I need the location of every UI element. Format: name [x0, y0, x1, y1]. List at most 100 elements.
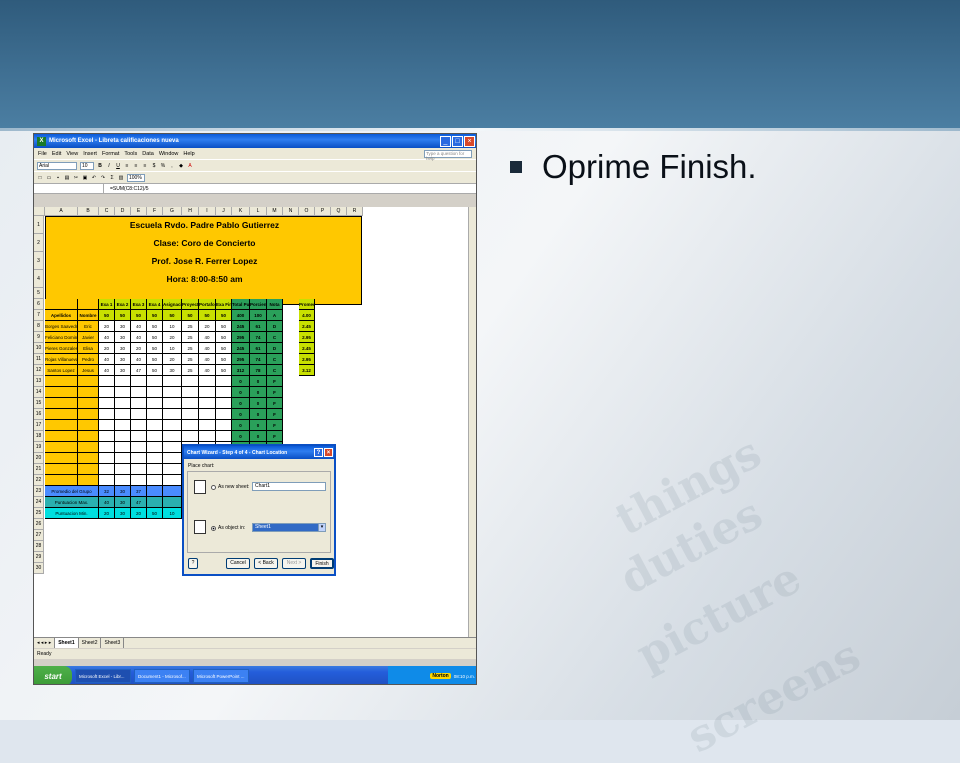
- table-cell[interactable]: Apellidos: [45, 310, 78, 321]
- as-object-in-radio[interactable]: [211, 525, 216, 531]
- table-cell[interactable]: [45, 431, 78, 442]
- chart-wizard-icon[interactable]: ▥: [118, 174, 124, 181]
- as-new-sheet-option[interactable]: As new sheet:: [211, 484, 249, 490]
- tab-nav-arrows[interactable]: ◂ ◂ ▸ ▸: [34, 638, 56, 648]
- row-header[interactable]: 17: [34, 420, 44, 431]
- table-cell[interactable]: [131, 398, 147, 409]
- table-cell[interactable]: 0: [250, 376, 267, 387]
- menu-help[interactable]: Help: [183, 151, 194, 157]
- table-cell[interactable]: [99, 387, 115, 398]
- table-cell[interactable]: 50: [115, 310, 131, 321]
- row-header[interactable]: 7: [34, 310, 44, 321]
- row-header[interactable]: 16: [34, 409, 44, 420]
- column-header[interactable]: I: [199, 207, 216, 216]
- help-icon[interactable]: ?: [314, 448, 323, 457]
- table-cell[interactable]: [147, 486, 163, 497]
- table-cell[interactable]: 245: [232, 321, 250, 332]
- table-cell[interactable]: [199, 387, 216, 398]
- table-cell[interactable]: [45, 299, 78, 310]
- table-cell[interactable]: [216, 387, 232, 398]
- table-cell[interactable]: Pieres Gonzales: [45, 343, 78, 354]
- row-header[interactable]: 10: [34, 343, 44, 354]
- table-cell[interactable]: Jesus: [78, 365, 99, 376]
- table-cell[interactable]: 40: [199, 343, 216, 354]
- close-button[interactable]: ×: [464, 135, 475, 147]
- table-cell[interactable]: [131, 475, 147, 486]
- row-header[interactable]: 4: [34, 270, 44, 288]
- table-cell[interactable]: 25: [182, 343, 199, 354]
- column-header[interactable]: L: [250, 207, 267, 216]
- comma-icon[interactable]: ,: [169, 162, 175, 169]
- table-cell[interactable]: 40: [131, 332, 147, 343]
- table-cell[interactable]: 400: [232, 310, 250, 321]
- table-cell[interactable]: 3.12: [299, 365, 315, 376]
- percent-icon[interactable]: %: [160, 162, 166, 169]
- table-cell[interactable]: [163, 475, 182, 486]
- table-cell[interactable]: [163, 464, 182, 475]
- next-button[interactable]: Next >: [282, 558, 306, 569]
- column-header[interactable]: H: [182, 207, 199, 216]
- table-cell[interactable]: [131, 420, 147, 431]
- table-cell[interactable]: C: [267, 332, 283, 343]
- table-cell[interactable]: 78: [250, 365, 267, 376]
- table-cell[interactable]: Puntuacion Max.: [45, 497, 99, 508]
- table-cell[interactable]: 2.45: [299, 343, 315, 354]
- table-cell[interactable]: 40: [131, 321, 147, 332]
- table-cell[interactable]: 50: [147, 365, 163, 376]
- menu-edit[interactable]: Edit: [52, 151, 61, 157]
- zoom-select[interactable]: 100%: [127, 173, 145, 182]
- start-button[interactable]: start: [34, 666, 72, 684]
- table-cell[interactable]: 30: [163, 365, 182, 376]
- table-cell[interactable]: 40: [131, 354, 147, 365]
- table-cell[interactable]: 25: [182, 354, 199, 365]
- column-header[interactable]: M: [267, 207, 283, 216]
- table-cell[interactable]: D: [267, 343, 283, 354]
- row-header[interactable]: 27: [34, 530, 44, 541]
- table-cell[interactable]: 295: [232, 354, 250, 365]
- chevron-down-icon[interactable]: ▾: [318, 523, 326, 532]
- wizard-help-button[interactable]: ?: [188, 558, 198, 569]
- table-cell[interactable]: 47: [131, 497, 147, 508]
- column-header[interactable]: G: [163, 207, 182, 216]
- italic-button[interactable]: I: [106, 162, 112, 169]
- table-cell[interactable]: 37: [131, 486, 147, 497]
- table-cell[interactable]: 2.45: [299, 321, 315, 332]
- table-cell[interactable]: 20: [163, 354, 182, 365]
- table-cell[interactable]: 40: [99, 497, 115, 508]
- table-cell[interactable]: [147, 376, 163, 387]
- table-cell[interactable]: [45, 376, 78, 387]
- table-cell[interactable]: 50: [147, 332, 163, 343]
- table-cell[interactable]: 32: [99, 486, 115, 497]
- table-cell[interactable]: Nombre: [78, 310, 99, 321]
- table-cell[interactable]: Elisa: [78, 343, 99, 354]
- table-cell[interactable]: [131, 453, 147, 464]
- column-header[interactable]: R: [347, 207, 363, 216]
- row-header[interactable]: 6: [34, 299, 44, 310]
- back-button[interactable]: < Back: [254, 558, 278, 569]
- table-cell[interactable]: C: [267, 365, 283, 376]
- formula-input[interactable]: =SUM(C8:C12)/5: [104, 186, 148, 192]
- vertical-scrollbar[interactable]: [468, 207, 476, 637]
- table-cell[interactable]: Porciento: [250, 299, 267, 310]
- table-cell[interactable]: 40: [199, 332, 216, 343]
- column-header[interactable]: A: [45, 207, 78, 216]
- fill-color-icon[interactable]: ◆: [178, 162, 184, 169]
- row-header[interactable]: 12: [34, 365, 44, 376]
- font-color-icon[interactable]: A: [187, 162, 193, 169]
- table-cell[interactable]: [45, 464, 78, 475]
- font-name-select[interactable]: Arial: [37, 161, 77, 170]
- cancel-button[interactable]: Cancel: [226, 558, 250, 569]
- object-sheet-select[interactable]: Sheet1 ▾: [252, 523, 326, 532]
- norton-icon[interactable]: Norton: [430, 673, 451, 679]
- table-cell[interactable]: 47: [131, 365, 147, 376]
- table-cell[interactable]: 50: [216, 365, 232, 376]
- table-cell[interactable]: [45, 409, 78, 420]
- font-size-select[interactable]: 10: [80, 161, 94, 170]
- row-header[interactable]: 22: [34, 475, 44, 486]
- table-cell[interactable]: A: [267, 310, 283, 321]
- row-header[interactable]: 18: [34, 431, 44, 442]
- table-cell[interactable]: Puntuacion Min.: [45, 508, 99, 519]
- table-cell[interactable]: 40: [99, 365, 115, 376]
- menu-tools[interactable]: Tools: [124, 151, 137, 157]
- table-cell[interactable]: F: [267, 398, 283, 409]
